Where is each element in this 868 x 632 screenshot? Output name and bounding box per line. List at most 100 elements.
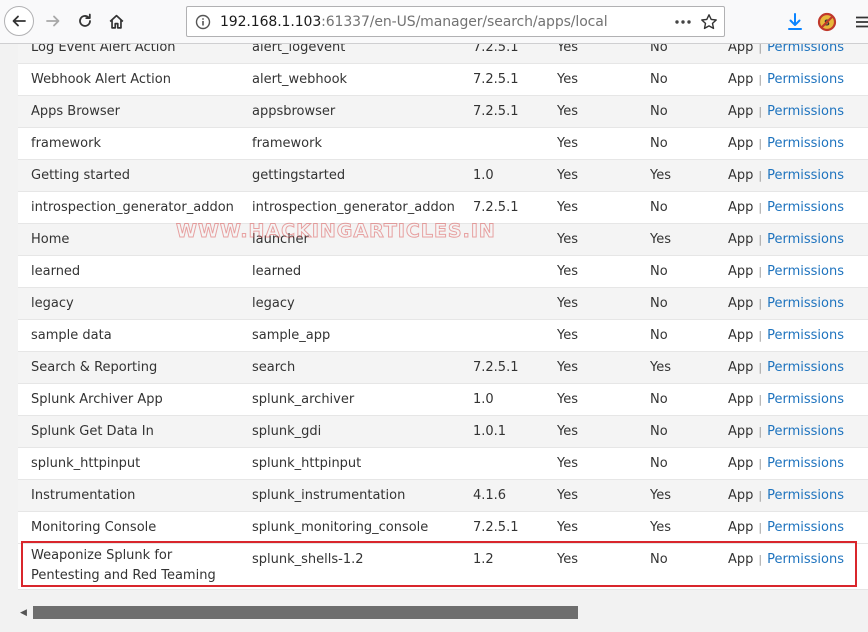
- permissions-link[interactable]: Permissions: [767, 168, 844, 183]
- visible-cell: Yes: [557, 488, 578, 503]
- action-separator: |: [758, 169, 763, 182]
- actions-cell: App | Permissions: [728, 168, 844, 184]
- app-name-cell: learned: [31, 264, 81, 279]
- horizontal-scrollbar[interactable]: ◀: [18, 603, 868, 623]
- forward-button[interactable]: [40, 6, 66, 36]
- permissions-link[interactable]: Permissions: [767, 424, 844, 439]
- url-host: 192.168.1.103: [220, 14, 322, 30]
- permissions-link[interactable]: Permissions: [767, 552, 844, 567]
- action-separator: |: [758, 553, 763, 566]
- url-bar[interactable]: 192.168.1.103:61337/en-US/manager/search…: [186, 6, 725, 37]
- action-separator: |: [758, 105, 763, 118]
- reload-icon: [79, 13, 91, 27]
- app-name-cell: Search & Reporting: [31, 360, 158, 375]
- sharing-cell: No: [650, 136, 668, 151]
- app-action-label: App: [728, 456, 754, 471]
- download-icon: [788, 13, 802, 30]
- actions-cell: App | Permissions: [728, 264, 844, 280]
- visible-cell: Yes: [557, 136, 578, 151]
- bookmark-star-icon[interactable]: [700, 13, 718, 31]
- permissions-link[interactable]: Permissions: [767, 520, 844, 535]
- folder-name-cell: gettingstarted: [252, 168, 346, 183]
- permissions-link[interactable]: Permissions: [767, 392, 844, 407]
- app-action-label: App: [728, 72, 754, 87]
- permissions-link[interactable]: Permissions: [767, 44, 844, 55]
- app-name-cell: splunk_httpinput: [31, 456, 141, 471]
- table-row: Splunk Get Data In splunk_gdi 1.0.1 Yes No Ap…: [18, 416, 868, 448]
- action-separator: |: [758, 489, 763, 502]
- app-name-cell: Instrumentation: [31, 488, 136, 503]
- permissions-link[interactable]: Permissions: [767, 264, 844, 279]
- scrollbar-thumb[interactable]: [33, 606, 578, 619]
- version-cell: 7.2.5.1: [473, 520, 519, 535]
- app-action-label: App: [728, 136, 754, 151]
- scroll-left-arrow-icon[interactable]: ◀: [20, 607, 30, 619]
- folder-name-cell: learned: [252, 264, 302, 279]
- downloads-button[interactable]: [784, 10, 806, 34]
- sharing-cell: No: [650, 72, 668, 87]
- actions-cell: App | Permissions: [728, 328, 844, 344]
- action-separator: |: [758, 425, 763, 438]
- permissions-link[interactable]: Permissions: [767, 456, 844, 471]
- folder-name-cell: introspection_generator_addon: [252, 200, 455, 215]
- visible-cell: Yes: [557, 44, 578, 55]
- table-row: Monitoring Console splunk_monitoring_cons…: [18, 512, 868, 544]
- more-actions-icon[interactable]: [673, 12, 693, 32]
- menu-button[interactable]: [852, 10, 868, 34]
- folder-name-cell: splunk_instrumentation: [252, 488, 406, 503]
- reload-button[interactable]: [72, 6, 98, 36]
- actions-cell: App | Permissions: [728, 44, 844, 56]
- action-separator: |: [758, 73, 763, 86]
- permissions-link[interactable]: Permissions: [767, 488, 844, 503]
- app-action-label: App: [728, 232, 754, 247]
- sharing-cell: Yes: [650, 488, 671, 503]
- folder-name-cell: splunk_monitoring_console: [252, 520, 429, 535]
- app-action-label: App: [728, 552, 754, 567]
- app-name-cell: Monitoring Console: [31, 520, 157, 535]
- permissions-link[interactable]: Permissions: [767, 328, 844, 343]
- sharing-cell: No: [650, 44, 668, 55]
- sharing-cell: No: [650, 552, 668, 567]
- table-row: Webhook Alert Action alert_webhook 7.2.5.1…: [18, 64, 868, 96]
- action-separator: |: [758, 265, 763, 278]
- back-button[interactable]: [4, 6, 34, 36]
- table-row: Apps Browser appsbrowser 7.2.5.1 Yes No App | P…: [18, 96, 868, 128]
- home-icon: [109, 14, 123, 29]
- permissions-link[interactable]: Permissions: [767, 72, 844, 87]
- version-cell: 1.0: [473, 392, 494, 407]
- actions-cell: App | Permissions: [728, 104, 844, 120]
- app-name-cell: legacy: [31, 296, 74, 311]
- visible-cell: Yes: [557, 296, 578, 311]
- app-action-label: App: [728, 264, 754, 279]
- browser-toolbar: 192.168.1.103:61337/en-US/manager/search…: [0, 0, 868, 44]
- info-icon[interactable]: [195, 14, 211, 30]
- permissions-link[interactable]: Permissions: [767, 232, 844, 247]
- permissions-link[interactable]: Permissions: [767, 360, 844, 375]
- sharing-cell: No: [650, 104, 668, 119]
- home-button[interactable]: [103, 6, 129, 36]
- app-name-cell: Log Event Alert Action: [31, 44, 176, 55]
- permissions-link[interactable]: Permissions: [767, 200, 844, 215]
- visible-cell: Yes: [557, 360, 578, 375]
- app-action-label: App: [728, 296, 754, 311]
- visible-cell: Yes: [557, 552, 578, 567]
- actions-cell: App | Permissions: [728, 424, 844, 440]
- folder-name-cell: splunk_gdi: [252, 424, 322, 439]
- table-row: Getting started gettingstarted 1.0 Yes Yes Ap…: [18, 160, 868, 192]
- permissions-link[interactable]: Permissions: [767, 104, 844, 119]
- version-cell: 7.2.5.1: [473, 44, 519, 55]
- table-row: Search & Reporting search 7.2.5.1 Yes Yes App…: [18, 352, 868, 384]
- sharing-cell: Yes: [650, 232, 671, 247]
- folder-name-cell: splunk_archiver: [252, 392, 355, 407]
- table-row: Log Event Alert Action alert_logevent 7.2.…: [18, 44, 868, 64]
- action-separator: |: [758, 329, 763, 342]
- app-action-label: App: [728, 488, 754, 503]
- noscript-button[interactable]: S: [816, 10, 838, 34]
- url-text[interactable]: 192.168.1.103:61337/en-US/manager/search…: [220, 14, 608, 30]
- permissions-link[interactable]: Permissions: [767, 296, 844, 311]
- action-separator: |: [758, 361, 763, 374]
- folder-name-cell: framework: [252, 136, 323, 151]
- sharing-cell: Yes: [650, 168, 671, 183]
- permissions-link[interactable]: Permissions: [767, 136, 844, 151]
- actions-cell: App | Permissions: [728, 392, 844, 408]
